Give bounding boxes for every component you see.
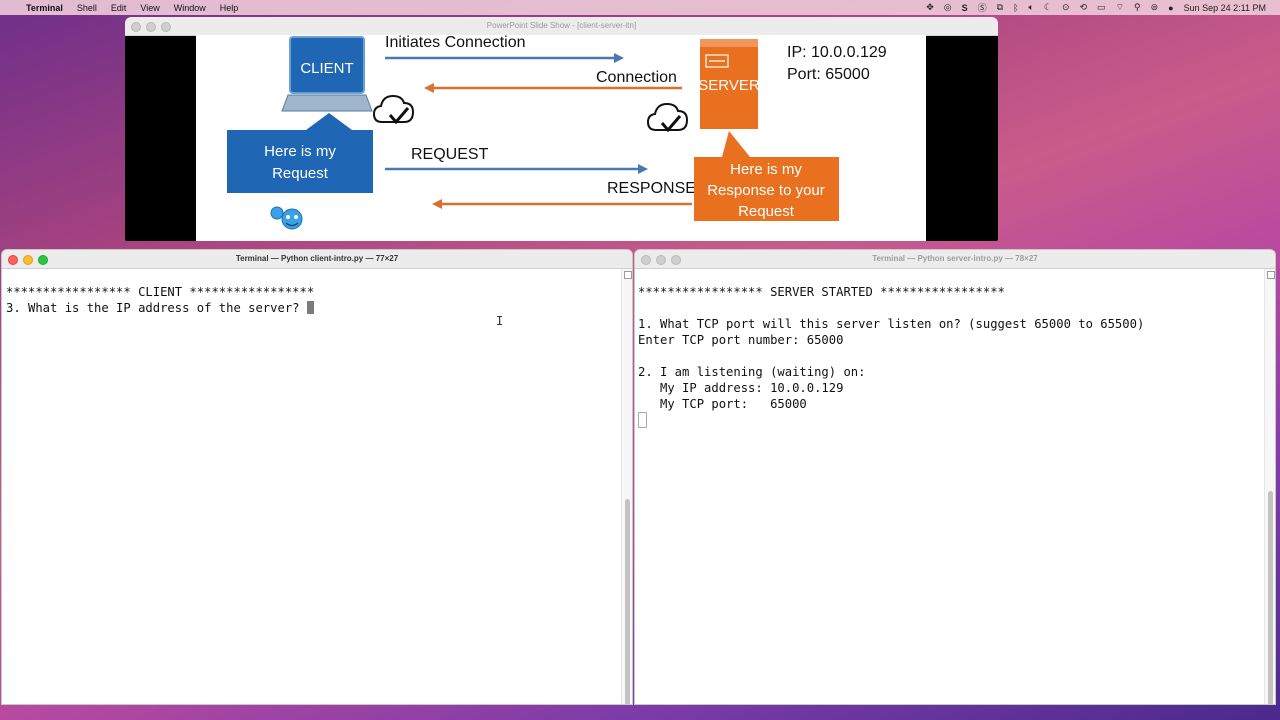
client-server-diagram: CLIENT SERVER IP: 10.0.0.129 Port: 65000… xyxy=(227,35,887,230)
client-terminal-titlebar[interactable]: Terminal — Python client-intro.py — 77×2… xyxy=(2,250,632,269)
window-controls xyxy=(8,255,48,265)
screen-mirror-icon[interactable]: ⧉ xyxy=(997,2,1003,13)
focus-moon-icon[interactable]: ☾ xyxy=(1044,2,1052,13)
client-terminal-window[interactable]: Terminal — Python client-intro.py — 77×2… xyxy=(1,249,633,705)
menu-view[interactable]: View xyxy=(140,3,159,13)
wifi-icon[interactable]: ⌔ xyxy=(1116,2,1124,13)
bluetooth-icon[interactable]: ᛒ xyxy=(1013,3,1018,13)
initiates-arrow xyxy=(385,53,624,63)
close-button[interactable] xyxy=(8,255,18,265)
client-label: CLIENT xyxy=(300,60,353,77)
request-label: REQUEST xyxy=(411,146,489,163)
spotlight-search-icon[interactable]: ⚲ xyxy=(1134,2,1141,13)
ibeam-cursor-icon: I xyxy=(496,314,504,328)
server-terminal-output[interactable]: ***************** SERVER STARTED *******… xyxy=(638,284,1144,412)
menubar-clock[interactable]: Sun Sep 24 2:11 PM xyxy=(1184,3,1266,13)
client-terminal-title: Terminal — Python client-intro.py — 77×2… xyxy=(235,254,399,263)
slideshow-titlebar: PowerPoint Slide Show - [client-server-i… xyxy=(125,17,998,36)
close-button[interactable] xyxy=(131,22,141,32)
response-label: RESPONSE xyxy=(607,180,696,197)
smiley-mascot-icon xyxy=(270,206,303,230)
creative-cloud-icon[interactable]: ◎ xyxy=(944,2,952,13)
connection-label: Connection xyxy=(596,69,677,86)
server-terminal-titlebar[interactable]: Terminal — Python server-intro.py — 78×2… xyxy=(635,250,1275,269)
slideshow-title: PowerPoint Slide Show - [client-server-i… xyxy=(486,21,637,30)
time-machine-icon[interactable]: ⟲ xyxy=(1080,2,1088,13)
initiates-connection-label: Initiates Connection xyxy=(385,35,526,51)
server-cloud-check-icon xyxy=(646,102,689,133)
client-banner-line: ***************** CLIENT ***************… xyxy=(6,285,315,299)
text-cursor xyxy=(638,412,647,428)
menu-help[interactable]: Help xyxy=(220,3,239,13)
menu-bar: Terminal Shell Edit View Window Help ✥ ◎… xyxy=(0,0,1280,15)
zoom-button[interactable] xyxy=(671,255,681,265)
minimize-button[interactable] xyxy=(146,22,156,32)
volume-icon[interactable]: 🔈︎ xyxy=(1028,2,1033,13)
window-controls xyxy=(131,22,171,32)
server-tcp-port-line: My TCP port: 65000 xyxy=(638,397,807,411)
client-bubble-line1: Here is my xyxy=(264,143,336,160)
response-arrow xyxy=(432,199,692,209)
record-icon[interactable]: ⊙ xyxy=(1062,2,1070,13)
status-menus: ✥ ◎ S Ⓢ ⧉ ᛒ 🔈︎ ☾ ⊙ ⟲ ▭ ⌔ ⚲ ⊜ ● Sun Sep 2… xyxy=(926,0,1266,15)
text-cursor xyxy=(306,301,314,314)
menu-shell[interactable]: Shell xyxy=(77,3,97,13)
s-circle-icon[interactable]: Ⓢ xyxy=(978,1,987,14)
zoom-button[interactable] xyxy=(161,22,171,32)
client-prompt-line: 3. What is the IP address of the server? xyxy=(6,301,307,315)
user-icon[interactable]: ● xyxy=(1168,3,1173,13)
s-app-icon[interactable]: S xyxy=(962,3,968,13)
scrollbar-marker xyxy=(624,271,632,279)
server-port-question-line: 1. What TCP port will this server listen… xyxy=(638,317,1145,331)
menu-edit[interactable]: Edit xyxy=(111,3,127,13)
scrollbar-thumb[interactable] xyxy=(625,499,630,704)
server-terminal-window[interactable]: Terminal — Python server-intro.py — 78×2… xyxy=(634,249,1276,705)
server-port-entry-line: Enter TCP port number: 65000 xyxy=(638,333,844,347)
server-banner-line: ***************** SERVER STARTED *******… xyxy=(638,285,1005,299)
menu-app-terminal[interactable]: Terminal xyxy=(26,3,63,13)
client-terminal-output[interactable]: ***************** CLIENT ***************… xyxy=(6,284,314,316)
slide-canvas[interactable]: CLIENT SERVER IP: 10.0.0.129 Port: 65000… xyxy=(196,35,926,241)
minimize-button[interactable] xyxy=(23,255,33,265)
minimize-button[interactable] xyxy=(656,255,666,265)
window-controls xyxy=(641,255,681,265)
server-label: SERVER xyxy=(698,77,760,94)
server-scrollbar[interactable] xyxy=(1264,269,1275,704)
server-listening-line: 2. I am listening (waiting) on: xyxy=(638,365,866,379)
server-port-text: Port: 65000 xyxy=(787,66,870,83)
client-bubble-line2: Request xyxy=(272,165,329,182)
server-ip-text: IP: 10.0.0.129 xyxy=(787,44,887,61)
server-terminal-title: Terminal — Python server-intro.py — 78×2… xyxy=(872,254,1038,263)
scrollbar-thumb[interactable] xyxy=(1268,491,1273,704)
server-bubble-line1: Here is my xyxy=(730,161,802,178)
battery-icon[interactable]: ▭ xyxy=(1097,2,1106,13)
client-scrollbar[interactable] xyxy=(621,269,632,704)
client-cloud-check-icon xyxy=(372,94,415,125)
request-arrow xyxy=(385,164,648,174)
zoom-button[interactable] xyxy=(38,255,48,265)
server-ip-line: My IP address: 10.0.0.129 xyxy=(638,381,844,395)
server-bubble-line2: Response to your xyxy=(707,182,825,199)
scrollbar-marker xyxy=(1267,271,1275,279)
slideshow-window: PowerPoint Slide Show - [client-server-i… xyxy=(125,17,998,241)
menu-window[interactable]: Window xyxy=(174,3,206,13)
control-center-icon[interactable]: ⊜ xyxy=(1151,2,1159,13)
server-bubble-line3: Request xyxy=(738,203,795,220)
status-app-icon[interactable]: ✥ xyxy=(926,2,934,13)
close-button[interactable] xyxy=(641,255,651,265)
